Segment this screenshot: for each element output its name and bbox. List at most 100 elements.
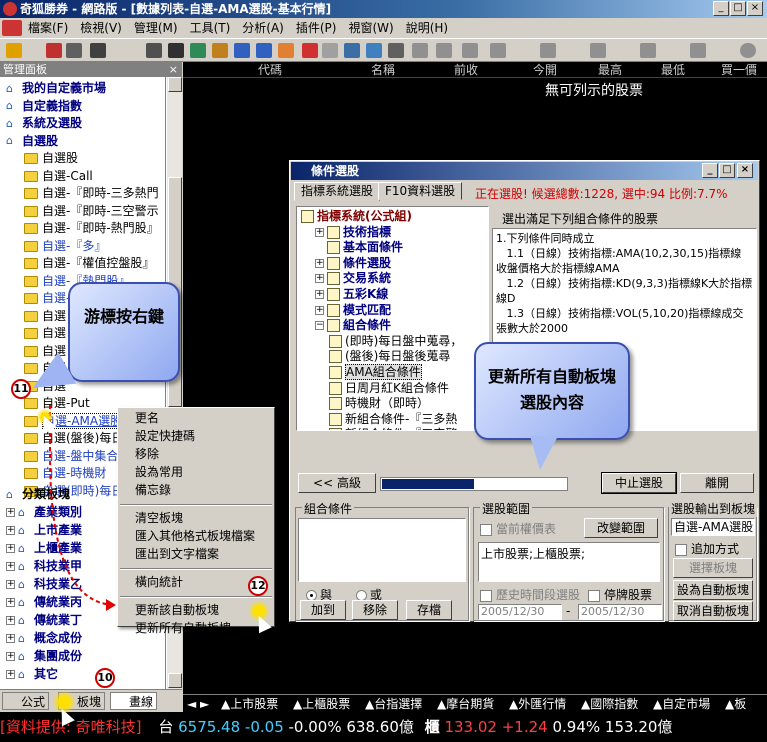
menu-help[interactable]: 說明(H) bbox=[400, 18, 454, 38]
parallel-icon[interactable] bbox=[590, 43, 606, 58]
dialog-minimize-button[interactable]: _ bbox=[702, 163, 718, 178]
expand-icon[interactable]: + bbox=[6, 508, 15, 517]
menu-tools[interactable]: 工具(T) bbox=[184, 18, 237, 38]
diamond-icon[interactable] bbox=[344, 43, 360, 58]
stop-button[interactable]: 中止選股 bbox=[601, 472, 677, 494]
menu-file[interactable]: 檔案(F) bbox=[22, 18, 74, 38]
expand-icon[interactable]: + bbox=[315, 290, 324, 299]
context-menu-item[interactable]: 備忘錄 bbox=[135, 482, 171, 498]
market-tab[interactable]: ▲上櫃股票 bbox=[293, 697, 350, 711]
tree-item[interactable]: ⌂ 自定義指數 bbox=[6, 98, 82, 115]
formula-tree-item[interactable]: AMA組合條件 bbox=[329, 364, 422, 381]
leave-button[interactable]: 離開 bbox=[680, 473, 754, 493]
menu-plugins[interactable]: 插件(P) bbox=[290, 18, 343, 38]
expand-icon[interactable]: + bbox=[315, 258, 324, 268]
chart-icon[interactable] bbox=[190, 43, 206, 58]
market-tab[interactable]: ▲自定市場 bbox=[653, 697, 710, 711]
context-menu-item[interactable]: 設定快捷碼 bbox=[135, 428, 195, 444]
expand-icon[interactable]: + bbox=[6, 544, 15, 553]
formula-tree-item[interactable]: − 組合條件 bbox=[315, 317, 391, 334]
tree-item[interactable]: 自選-『即時-三空警示 bbox=[24, 203, 159, 220]
advanced-button[interactable]: << 高級 bbox=[298, 473, 376, 493]
expand-icon[interactable]: + bbox=[6, 562, 15, 571]
col-low[interactable]: 最低 bbox=[661, 63, 685, 77]
move-icon[interactable] bbox=[66, 43, 82, 58]
set-auto-block-button[interactable]: 設為自動板塊 bbox=[673, 580, 753, 600]
expand-icon[interactable]: + bbox=[6, 616, 15, 625]
dialog-close-button[interactable]: × bbox=[737, 163, 753, 178]
expand-icon[interactable]: + bbox=[315, 274, 324, 284]
remove-button[interactable]: 移除 bbox=[352, 600, 398, 620]
arrow-icon[interactable] bbox=[366, 43, 382, 58]
menu-analysis[interactable]: 分析(A) bbox=[236, 18, 290, 38]
formula-tree-item[interactable]: + 模式匹配 bbox=[315, 302, 391, 319]
tree-item[interactable]: 自選-『即時-熱門股』 bbox=[24, 220, 159, 237]
tab-scroll-icon[interactable]: ◄ ► bbox=[187, 697, 209, 711]
formula-tree-item[interactable]: + 交易系統 bbox=[315, 270, 391, 287]
f-icon[interactable] bbox=[212, 43, 228, 58]
tree-item[interactable]: ⌂ 系統及選股 bbox=[6, 115, 82, 132]
context-menu-item[interactable]: 清空板塊 bbox=[135, 510, 183, 526]
market-tab[interactable]: ▲板 bbox=[725, 697, 746, 711]
suspended-checkbox[interactable] bbox=[588, 589, 600, 602]
context-menu-item[interactable]: 匯出到文字檔案 bbox=[135, 546, 219, 562]
tab-f10-selection[interactable]: F10資料選股 bbox=[378, 182, 463, 200]
append-checkbox[interactable] bbox=[675, 543, 687, 556]
save-button[interactable]: 存檔 bbox=[406, 600, 452, 620]
tree-item[interactable]: 自選 bbox=[24, 325, 66, 342]
tab-formula[interactable]: 公式 bbox=[2, 692, 50, 710]
market-tab[interactable]: ▲國際指數 bbox=[581, 697, 638, 711]
context-menu-item[interactable]: 更名 bbox=[135, 410, 159, 426]
expand-icon[interactable]: + bbox=[6, 670, 15, 679]
tree-item[interactable]: + ⌂ 其它 bbox=[6, 666, 58, 683]
history-checkbox[interactable] bbox=[480, 589, 492, 602]
minimize-button[interactable]: _ bbox=[713, 1, 729, 16]
col-code[interactable]: 代碼 bbox=[258, 63, 282, 77]
col-open[interactable]: 今開 bbox=[533, 63, 557, 77]
drag-icon[interactable] bbox=[388, 43, 404, 58]
line-tool-icon[interactable] bbox=[412, 43, 428, 58]
formula-tree-item[interactable]: + 技術指標 bbox=[315, 224, 391, 241]
choose-block-button[interactable]: 選擇板塊 bbox=[673, 558, 753, 578]
expand-icon[interactable]: + bbox=[315, 305, 324, 315]
expand-icon[interactable]: + bbox=[6, 634, 15, 643]
flag-icon[interactable] bbox=[278, 43, 294, 58]
diag-line-icon[interactable] bbox=[490, 43, 506, 58]
fan-icon[interactable] bbox=[540, 43, 556, 58]
expand-icon[interactable]: − bbox=[315, 321, 324, 331]
tree-item[interactable]: + ⌂ 集團成份 bbox=[6, 648, 82, 665]
gann-icon[interactable] bbox=[640, 43, 656, 58]
menu-window[interactable]: 視窗(W) bbox=[342, 18, 399, 38]
formula-tree-item[interactable]: (盤後)每日盤後蒐尋 bbox=[329, 348, 450, 365]
swap-icon[interactable] bbox=[90, 43, 106, 58]
tree-item[interactable]: ⌂ 自選股 bbox=[6, 133, 58, 150]
tree-item[interactable]: 自選-『即時-三多熱門 bbox=[24, 185, 159, 202]
expand-icon[interactable]: + bbox=[6, 598, 15, 607]
context-menu-item[interactable]: 更新該自動板塊 bbox=[135, 602, 219, 618]
tree-item[interactable]: ⌂ 我的自定義市場 bbox=[6, 80, 106, 97]
formula-tree-item[interactable]: + 條件選股 bbox=[315, 255, 391, 272]
date-from-input[interactable]: 2005/12/30 bbox=[478, 604, 562, 620]
context-menu-item[interactable]: 設為常用 bbox=[135, 464, 183, 480]
tab-indicator-selection[interactable]: 指標系統選股 bbox=[294, 182, 381, 201]
open-icon[interactable] bbox=[6, 43, 22, 58]
dialog-maximize-button[interactable]: □ bbox=[719, 163, 735, 178]
menu-view[interactable]: 檢視(V) bbox=[74, 18, 128, 38]
col-high[interactable]: 最高 bbox=[598, 63, 622, 77]
formula-tree-item[interactable]: 指標系統(公式組) bbox=[301, 208, 412, 225]
tree-item[interactable]: 自選股 bbox=[24, 150, 78, 167]
context-menu-item[interactable]: 匯入其他格式板塊檔案 bbox=[135, 528, 255, 544]
col-prev-close[interactable]: 前收 bbox=[454, 63, 478, 77]
cursor-tool-icon[interactable] bbox=[462, 43, 478, 58]
tree-item[interactable]: 自選-『多』 bbox=[24, 238, 106, 255]
tree-item[interactable]: + ⌂ 概念成份 bbox=[6, 630, 82, 647]
output-block-field[interactable]: 自選-AMA選股 bbox=[671, 518, 755, 536]
tree-item[interactable]: 自選-『權值控盤股』 bbox=[24, 255, 154, 272]
alarm-icon[interactable] bbox=[302, 43, 318, 58]
market-tab[interactable]: ▲摩台期貨 bbox=[437, 697, 494, 711]
formula-tree-item[interactable]: 時機財（即時） bbox=[329, 395, 429, 412]
col-bid1[interactable]: 買一價 bbox=[721, 63, 757, 77]
close-button[interactable]: × bbox=[747, 1, 763, 16]
add-to-button[interactable]: 加到 bbox=[300, 600, 346, 620]
col-name[interactable]: 名稱 bbox=[371, 63, 395, 77]
